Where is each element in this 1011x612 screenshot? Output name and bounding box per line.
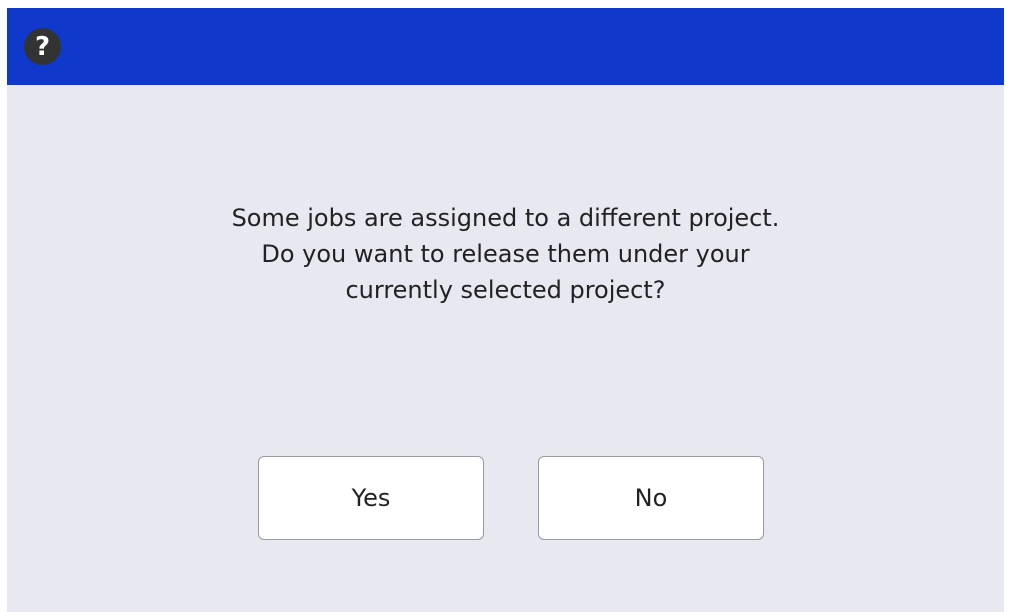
message-line: Do you want to release them under your <box>261 240 750 268</box>
message-line: Some jobs are assigned to a different pr… <box>231 204 780 232</box>
message-line: currently selected project? <box>345 276 666 304</box>
confirmation-dialog: ? Some jobs are assigned to a different … <box>7 8 1004 612</box>
dialog-titlebar: ? <box>7 8 1004 85</box>
dialog-message: Some jobs are assigned to a different pr… <box>7 200 1004 308</box>
yes-button[interactable]: Yes <box>258 456 484 540</box>
no-button[interactable]: No <box>538 456 764 540</box>
question-icon: ? <box>24 28 61 65</box>
